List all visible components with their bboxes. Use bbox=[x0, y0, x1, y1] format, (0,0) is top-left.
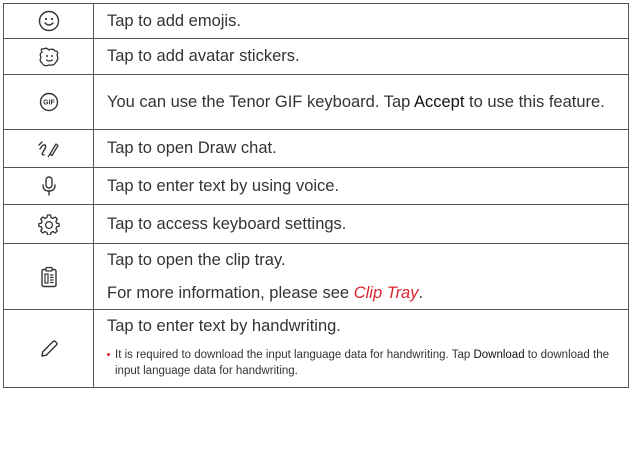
table-row: Tap to enter text by using voice. bbox=[3, 167, 629, 205]
avatar-sticker-icon bbox=[39, 47, 58, 66]
emoji-icon bbox=[38, 10, 59, 32]
icon-cell bbox=[3, 167, 94, 205]
icon-cell bbox=[3, 309, 94, 388]
description-text: Tap to add emojis. bbox=[107, 11, 241, 30]
pencil-icon bbox=[40, 339, 58, 357]
accept-label: Accept bbox=[414, 92, 465, 111]
description-text: Tap to access keyboard settings. bbox=[107, 214, 347, 233]
gif-icon-label: GIF bbox=[43, 100, 55, 107]
icon-cell bbox=[3, 204, 94, 244]
row-description: Tap to open the clip tray. For more info… bbox=[93, 243, 629, 310]
clipboard-icon bbox=[40, 266, 57, 287]
list-item: It is required to download the input lan… bbox=[107, 347, 614, 379]
table-row: Tap to open the clip tray. For more info… bbox=[3, 243, 629, 310]
download-label: Download bbox=[473, 348, 525, 361]
icon-cell bbox=[3, 243, 94, 310]
table-row: Tap to add avatar stickers. bbox=[3, 38, 629, 75]
row-description: Tap to add emojis. bbox=[93, 3, 629, 39]
clip-tray-link[interactable]: Clip Tray bbox=[354, 284, 419, 302]
table-row: Tap to add emojis. bbox=[3, 3, 629, 39]
description-text: Tap to add avatar stickers. bbox=[107, 47, 300, 65]
description-text: . bbox=[418, 283, 424, 302]
description-text: Tap to enter text by handwriting. bbox=[107, 316, 341, 335]
row-description: Tap to enter text by using voice. bbox=[93, 167, 629, 205]
table-row: GIF You can use the Tenor GIF keyboard. … bbox=[3, 74, 629, 130]
row-description: Tap to access keyboard settings. bbox=[93, 204, 629, 244]
microphone-icon bbox=[41, 176, 56, 196]
description-text: You can use the Tenor GIF keyboard. Tap bbox=[107, 92, 414, 111]
icon-cell: GIF bbox=[3, 74, 94, 130]
gif-icon: GIF bbox=[39, 92, 58, 112]
table-row: Tap to open Draw chat. bbox=[3, 129, 629, 168]
description-text: For more information, please see bbox=[107, 283, 354, 302]
gear-icon bbox=[37, 214, 60, 235]
description-text: Tap to open the clip tray. bbox=[107, 250, 286, 269]
keyboard-toolbar-table: Tap to add emojis. Tap to add avatar sti… bbox=[3, 3, 629, 388]
row-description: Tap to open Draw chat. bbox=[93, 129, 629, 168]
note-list: It is required to download the input lan… bbox=[107, 347, 614, 379]
draw-chat-icon bbox=[37, 140, 59, 157]
icon-cell bbox=[3, 38, 94, 75]
table-row: Tap to enter text by handwriting. It is … bbox=[3, 309, 629, 388]
table-row: Tap to access keyboard settings. bbox=[3, 204, 629, 244]
description-text: Tap to enter text by using voice. bbox=[107, 176, 340, 195]
note-text: It is required to download the input lan… bbox=[115, 348, 474, 361]
description-text: Tap to open Draw chat. bbox=[107, 139, 277, 157]
row-description: Tap to enter text by handwriting. It is … bbox=[93, 309, 629, 388]
row-description: You can use the Tenor GIF keyboard. Tap … bbox=[93, 74, 629, 130]
description-text: to use this feature. bbox=[464, 92, 605, 111]
icon-cell bbox=[3, 3, 94, 39]
row-description: Tap to add avatar stickers. bbox=[93, 38, 629, 75]
icon-cell bbox=[3, 129, 94, 168]
